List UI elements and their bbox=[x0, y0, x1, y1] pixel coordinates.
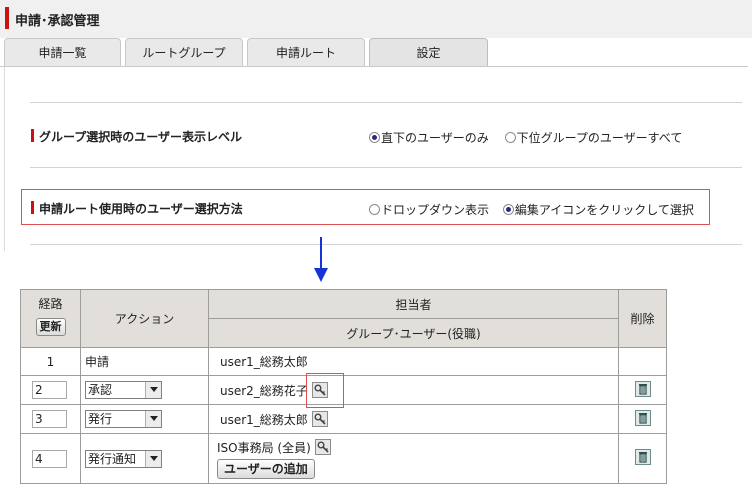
radio-selected-icon[interactable] bbox=[502, 204, 514, 215]
route-header-label: 経路 bbox=[38, 297, 63, 311]
assignee-cell: ISO事務局 (全員) ユーザーの追加 bbox=[208, 433, 619, 484]
display-level-label-text: グループ選択時のユーザー表示レベル bbox=[39, 130, 243, 144]
display-level-radio-group: 直下のユーザーのみ 下位グループのユーザーすべて bbox=[369, 129, 682, 146]
delete-cell bbox=[618, 347, 667, 376]
direct-users-option[interactable]: 直下のユーザーのみ bbox=[369, 129, 489, 146]
edit-icon-highlight bbox=[306, 373, 344, 408]
assignee-header: 担当者 bbox=[208, 289, 619, 319]
radio-selected-icon[interactable] bbox=[369, 132, 380, 143]
edit-icon-select-option-label: 編集アイコンをクリックして選択 bbox=[514, 203, 694, 217]
dropdown-display-option[interactable]: ドロップダウン表示 bbox=[369, 201, 489, 218]
trash-icon[interactable] bbox=[634, 380, 651, 397]
display-level-label: グループ選択時のユーザー表示レベル bbox=[31, 128, 243, 145]
direct-users-option-label: 直下のユーザーのみ bbox=[381, 131, 489, 145]
key-edit-icon[interactable] bbox=[311, 410, 328, 427]
assignee-name: user2_総務花子 bbox=[220, 383, 308, 398]
tab-request-list[interactable]: 申請一覧 bbox=[4, 38, 121, 67]
label-accent-mark bbox=[31, 129, 34, 142]
tab-route-group[interactable]: ルートグループ bbox=[125, 38, 243, 67]
assignee-subheader: グループ･ユーザー(役職) bbox=[208, 318, 619, 348]
selection-method-label: 申請ルート使用時のユーザー選択方法 bbox=[31, 200, 243, 217]
action-header: アクション bbox=[80, 289, 209, 348]
action-select[interactable]: 発行 bbox=[85, 410, 162, 428]
assignee-cell: user2_総務花子 bbox=[208, 375, 619, 405]
table-row: 1 申請 user1_総務太郎 bbox=[20, 347, 667, 376]
action-select-value: 承認 bbox=[88, 383, 113, 397]
dropdown-display-option-label: ドロップダウン表示 bbox=[381, 203, 490, 217]
label-accent-mark bbox=[31, 201, 34, 214]
table-row: 3 発行 user1_総務太郎 bbox=[20, 404, 667, 434]
tab-settings[interactable]: 設定 bbox=[369, 38, 488, 67]
delete-header: 削除 bbox=[618, 289, 667, 348]
key-edit-icon[interactable] bbox=[314, 438, 331, 455]
route-number-input[interactable]: 4 bbox=[32, 449, 67, 468]
route-number-input[interactable]: 2 bbox=[32, 381, 67, 399]
selection-method-label-text: 申請ルート使用時のユーザー選択方法 bbox=[39, 202, 243, 216]
update-button[interactable]: 更新 bbox=[35, 318, 66, 336]
assignee-name: ISO事務局 (全員) bbox=[217, 440, 311, 455]
chevron-down-icon[interactable] bbox=[145, 450, 161, 467]
divider bbox=[30, 167, 742, 168]
assignee-name: user1_総務太郎 bbox=[208, 347, 619, 376]
radio-unselected-icon[interactable] bbox=[369, 204, 380, 215]
action-text: 申請 bbox=[80, 347, 209, 376]
down-arrow-head-icon bbox=[314, 268, 328, 282]
divider bbox=[30, 244, 742, 245]
action-select-value: 発行通知 bbox=[88, 451, 137, 466]
add-user-button[interactable]: ユーザーの追加 bbox=[217, 458, 315, 479]
route-number: 1 bbox=[20, 347, 81, 376]
page-title: 申請･承認管理 bbox=[15, 14, 100, 29]
edit-icon-select-option[interactable]: 編集アイコンをクリックして選択 bbox=[502, 201, 694, 218]
divider bbox=[30, 102, 742, 103]
route-number-input[interactable]: 3 bbox=[32, 410, 67, 428]
radio-unselected-icon[interactable] bbox=[504, 132, 516, 143]
action-select-value: 発行 bbox=[88, 412, 113, 426]
tab-divider bbox=[0, 66, 748, 67]
down-arrow-icon bbox=[320, 237, 322, 270]
all-subgroup-users-option-label: 下位グループのユーザーすべて bbox=[516, 131, 683, 145]
tab-request-route[interactable]: 申請ルート bbox=[247, 38, 365, 67]
chevron-down-icon[interactable] bbox=[145, 411, 161, 427]
all-subgroup-users-option[interactable]: 下位グループのユーザーすべて bbox=[504, 129, 683, 146]
panel-left-border bbox=[4, 67, 5, 251]
assignee-cell: user1_総務太郎 bbox=[208, 404, 619, 434]
action-select[interactable]: 承認 bbox=[85, 381, 162, 399]
action-select[interactable]: 発行通知 bbox=[85, 449, 162, 468]
trash-icon[interactable] bbox=[634, 409, 651, 426]
selection-method-radio-group: ドロップダウン表示 編集アイコンをクリックして選択 bbox=[369, 201, 694, 218]
trash-icon[interactable] bbox=[634, 449, 651, 465]
title-accent-bar bbox=[5, 7, 9, 29]
table-row: 4 発行通知 ISO事務局 (全員) ユーザーの追加 bbox=[20, 433, 667, 484]
chevron-down-icon[interactable] bbox=[145, 382, 161, 398]
assignee-name: user1_総務太郎 bbox=[220, 412, 308, 427]
title-bar: 申請･承認管理 bbox=[0, 0, 752, 38]
route-header: 経路 更新 bbox=[20, 289, 81, 348]
